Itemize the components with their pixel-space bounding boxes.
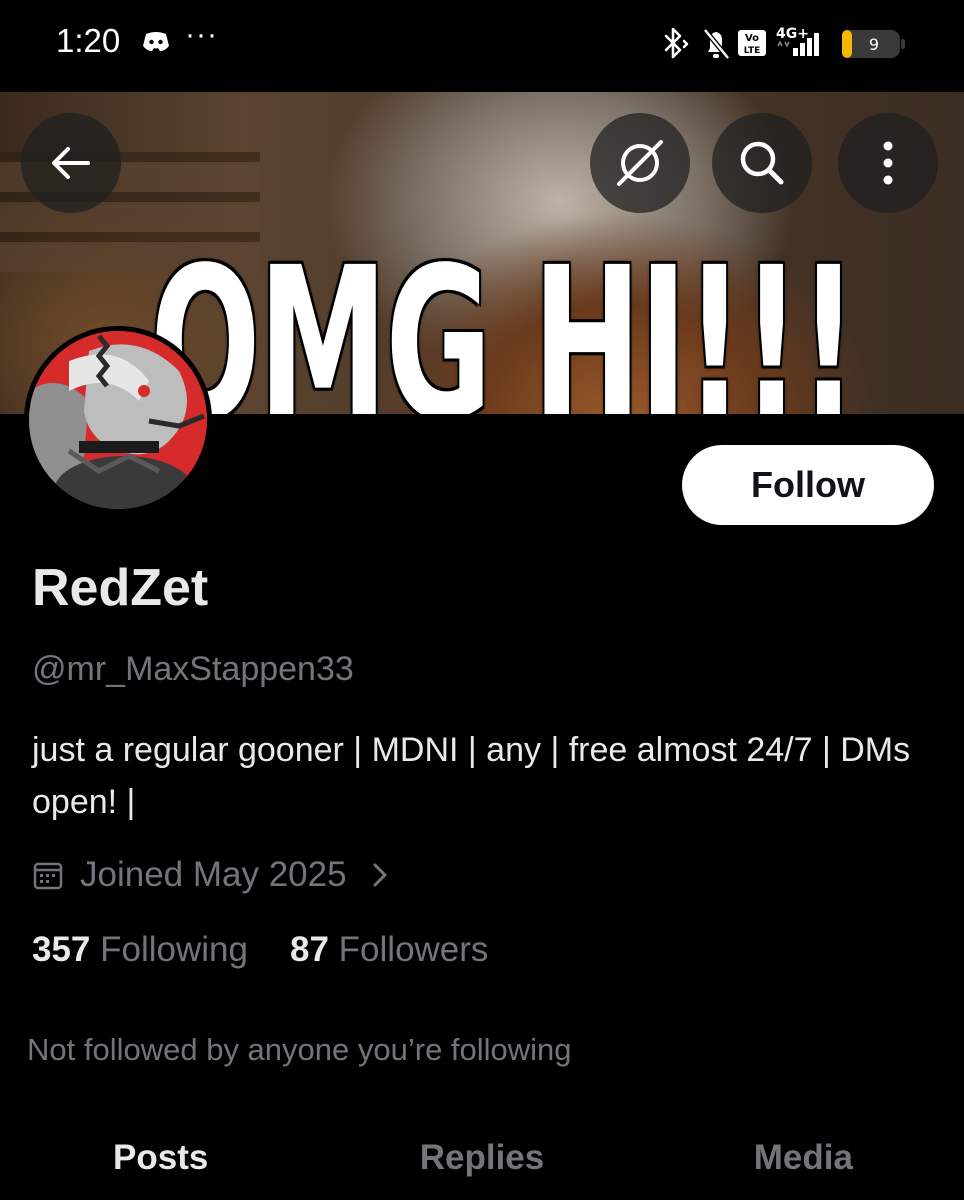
grok-button[interactable] <box>590 113 690 213</box>
volte-icon: Vo LTE <box>738 30 766 56</box>
back-arrow-icon <box>52 147 90 179</box>
grok-icon <box>617 140 663 186</box>
follow-button[interactable]: Follow <box>682 445 934 525</box>
joined-date-text: Joined May 2025 <box>80 855 347 894</box>
signal-icon: 4G+ <box>776 26 819 56</box>
tab-posts[interactable]: Posts <box>0 1128 321 1188</box>
battery-level: 9 <box>869 35 879 54</box>
tab-replies[interactable]: Replies <box>321 1128 642 1188</box>
username-handle: @mr_MaxStappen33 <box>32 650 354 688</box>
followers-count: 87 <box>290 930 329 969</box>
svg-text:4G+: 4G+ <box>776 26 809 42</box>
tab-media[interactable]: Media <box>643 1128 964 1188</box>
svg-text:LTE: LTE <box>744 46 761 56</box>
profile-tabs: Posts Replies Media <box>0 1128 964 1188</box>
discord-icon <box>143 32 169 51</box>
profile-bio: just a regular gooner | MDNI | any | fre… <box>32 731 911 821</box>
svg-text:Vo: Vo <box>745 33 759 44</box>
avatar[interactable] <box>24 326 212 514</box>
mutual-followers-note: Not followed by anyone you’re following <box>27 1032 572 1067</box>
search-button[interactable] <box>712 113 812 213</box>
follow-stats: 357 Following 87 Followers <box>32 930 488 970</box>
calendar-icon <box>33 862 63 890</box>
status-more-indicator: ··· <box>185 18 218 51</box>
bluetooth-icon <box>664 27 689 59</box>
avatar-image <box>29 331 207 509</box>
status-right-icons: Vo LTE 4G+ 9 <box>664 26 905 60</box>
muted-bell-icon <box>703 28 730 60</box>
status-time: 1:20 <box>56 22 121 59</box>
battery-icon: 9 <box>842 30 905 58</box>
more-options-button[interactable] <box>838 113 938 213</box>
display-name: RedZet <box>32 559 209 617</box>
search-icon <box>740 141 784 185</box>
joined-date[interactable]: Joined May 2025 <box>32 850 389 900</box>
following-count: 357 <box>32 930 91 969</box>
following-label: Following <box>100 930 248 969</box>
followers-stat[interactable]: 87 Followers <box>290 930 488 970</box>
chevron-right-icon <box>373 863 387 887</box>
more-vertical-icon <box>883 141 893 185</box>
back-button[interactable] <box>21 113 121 213</box>
followers-label: Followers <box>338 930 489 969</box>
following-stat[interactable]: 357 Following <box>32 930 248 970</box>
status-bar: 1:20 ··· Vo LTE 4G+ 9 <box>0 0 964 90</box>
banner-text: OMG HI!!! <box>150 222 858 415</box>
